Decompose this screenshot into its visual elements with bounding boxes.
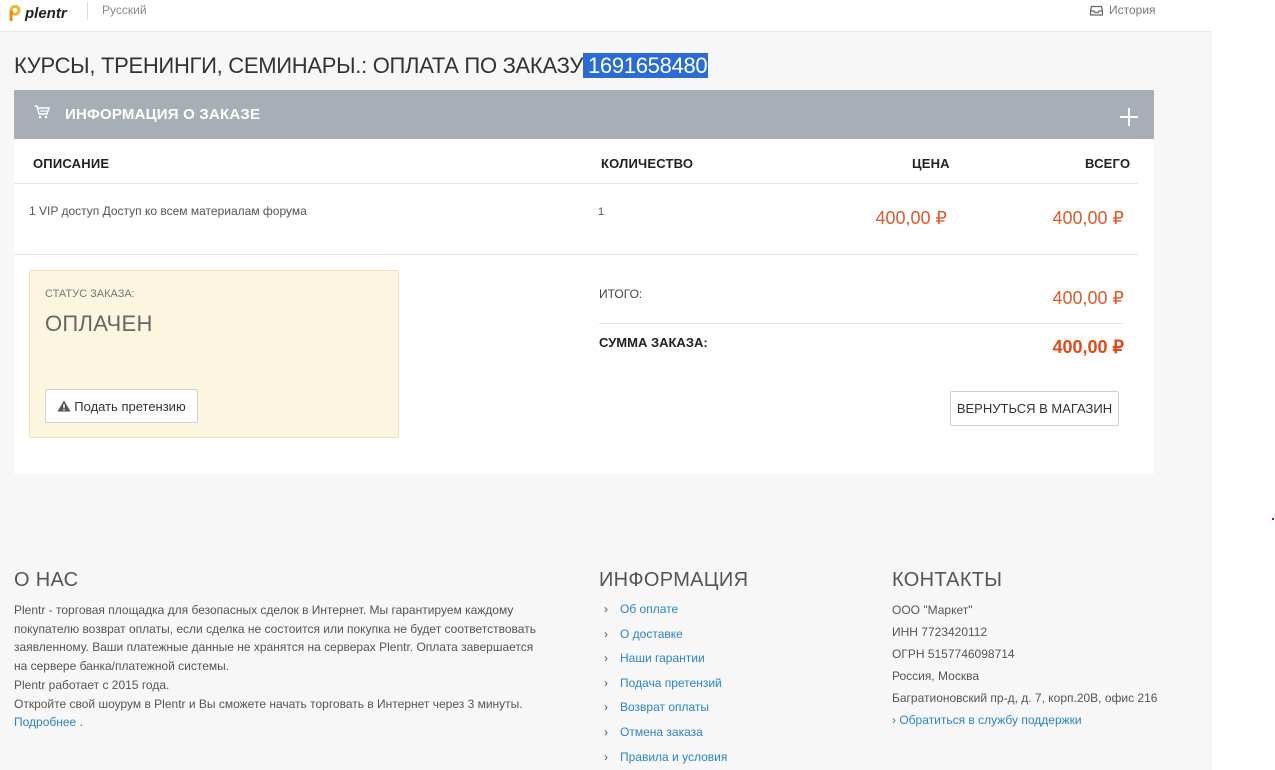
support-link[interactable]: › Обратиться в службу поддержки: [892, 713, 1157, 735]
language-selector[interactable]: Русский: [102, 3, 147, 17]
contact-ogrn: ОГРН 5157746098714: [892, 647, 1015, 661]
warning-icon: [57, 400, 71, 412]
more-suffix: .: [76, 715, 83, 730]
claim-button[interactable]: Подать претензию: [45, 389, 198, 423]
total-value: 400,00 ₽: [1052, 337, 1124, 357]
info-link-label: Правила и условия: [620, 749, 728, 764]
page-title-text: КУРСЫ, ТРЕНИНГИ, СЕМИНАРЫ.: ОПЛАТА ПО ЗА…: [14, 53, 583, 78]
about-cta: Откройте свой шоурум в Plentr и Вы сможе…: [14, 696, 523, 711]
divider: [14, 183, 1138, 184]
info-link-refund[interactable]: › Возврат оплаты: [604, 700, 727, 725]
column-quantity: КОЛИЧЕСТВО: [601, 156, 694, 171]
column-price: ЦЕНА: [912, 156, 950, 171]
info-link-guarantees[interactable]: › Наши гарантии: [604, 651, 727, 676]
contacts-title: КОНТАКТЫ: [892, 569, 1003, 591]
chevron-right-icon: ›: [604, 724, 608, 739]
subtotal-label: ИТОГО:: [599, 287, 643, 301]
stray-dot: [1272, 518, 1274, 520]
contact-company: ООО "Маркет": [892, 603, 973, 617]
info-link-label: О доставке: [620, 626, 683, 641]
top-bar: plentr Русский История: [0, 0, 1212, 32]
item-total: 400,00 ₽: [1052, 208, 1124, 228]
divider: [599, 323, 1123, 324]
contact-address: Багратионовский пр-д, д. 7, корп.20В, оф…: [892, 691, 1158, 705]
page: plentr Русский История КУРСЫ, ТРЕНИНГИ, …: [0, 0, 1212, 770]
item-price: 400,00 ₽: [875, 208, 947, 228]
about-title: О НАС: [14, 569, 79, 591]
expand-icon[interactable]: [1120, 108, 1138, 126]
claim-button-label: Подать претензию: [74, 398, 186, 414]
chevron-right-icon: ›: [604, 651, 608, 666]
return-to-shop-button[interactable]: ВЕРНУТЬСЯ В МАГАЗИН: [950, 391, 1119, 426]
logo-text: plentr: [25, 4, 67, 22]
status-label: СТАТУС ЗАКАЗА:: [45, 288, 135, 300]
column-description: ОПИСАНИЕ: [33, 156, 110, 171]
plentr-logo[interactable]: plentr: [8, 2, 67, 24]
info-link-label: Подача претензий: [620, 675, 722, 690]
order-card: ИНФОРМАЦИЯ О ЗАКАЗЕ ОПИСАНИЕ КОЛИЧЕСТВО …: [14, 90, 1154, 474]
about-text: Plentr - торговая площадка для безопасны…: [14, 601, 544, 732]
about-since: Plentr работает с 2015 года.: [14, 677, 170, 692]
about-description: Plentr - торговая площадка для безопасны…: [14, 603, 536, 674]
chevron-right-icon: ›: [604, 700, 608, 715]
item-description: 1 VIP доступ Доступ ко всем материалам ф…: [29, 204, 307, 218]
info-links: › Об оплате › О доставке › Наши гарантии › П…: [604, 602, 727, 770]
item-quantity: 1: [598, 206, 605, 218]
info-link-payment[interactable]: › Об оплате: [604, 602, 727, 627]
more-link[interactable]: Подробнее: [14, 715, 76, 729]
order-card-header[interactable]: ИНФОРМАЦИЯ О ЗАКАЗЕ: [14, 90, 1154, 139]
info-link-label: Наши гарантии: [620, 651, 705, 666]
support-link-label: Обратиться в службу поддержки: [899, 713, 1082, 727]
order-id: 1691658480: [583, 53, 709, 78]
status-value: ОПЛАЧЕН: [45, 311, 153, 336]
page-title: КУРСЫ, ТРЕНИНГИ, СЕМИНАРЫ.: ОПЛАТА ПО ЗА…: [14, 53, 709, 79]
info-link-cancel[interactable]: › Отмена заказа: [604, 725, 727, 750]
inbox-icon: [1090, 5, 1103, 16]
column-total: ВСЕГО: [1085, 156, 1131, 171]
chevron-right-icon: ›: [604, 626, 608, 641]
history-label: История: [1109, 3, 1156, 17]
order-card-title: ИНФОРМАЦИЯ О ЗАКАЗЕ: [65, 106, 261, 123]
subtotal-value: 400,00 ₽: [1052, 288, 1124, 308]
contact-inn: ИНН 7723420112: [892, 625, 988, 639]
order-status-panel: СТАТУС ЗАКАЗА: ОПЛАЧЕН Подать претензию: [29, 270, 399, 438]
chevron-right-icon: ›: [604, 749, 608, 764]
history-link[interactable]: История: [1090, 3, 1156, 17]
info-link-terms[interactable]: › Правила и условия: [604, 750, 727, 770]
info-link-label: Об оплате: [620, 602, 679, 616]
chevron-right-icon: ›: [604, 602, 608, 616]
info-link-label: Отмена заказа: [620, 724, 703, 739]
info-title: ИНФОРМАЦИЯ: [599, 569, 749, 591]
info-link-claims[interactable]: › Подача претензий: [604, 676, 727, 701]
chevron-right-icon: ›: [604, 675, 608, 690]
contact-city: Россия, Москва: [892, 669, 979, 683]
info-link-label: Возврат оплаты: [620, 700, 710, 715]
total-label: СУММА ЗАКАЗА:: [599, 335, 708, 350]
divider: [14, 254, 1138, 255]
contacts-block: ООО "Маркет" ИНН 7723420112 ОГРН 5157746…: [892, 603, 1157, 735]
logo-icon: [9, 4, 21, 22]
divider: [87, 2, 88, 20]
cart-icon: [34, 105, 50, 119]
info-link-delivery[interactable]: › О доставке: [604, 627, 727, 652]
